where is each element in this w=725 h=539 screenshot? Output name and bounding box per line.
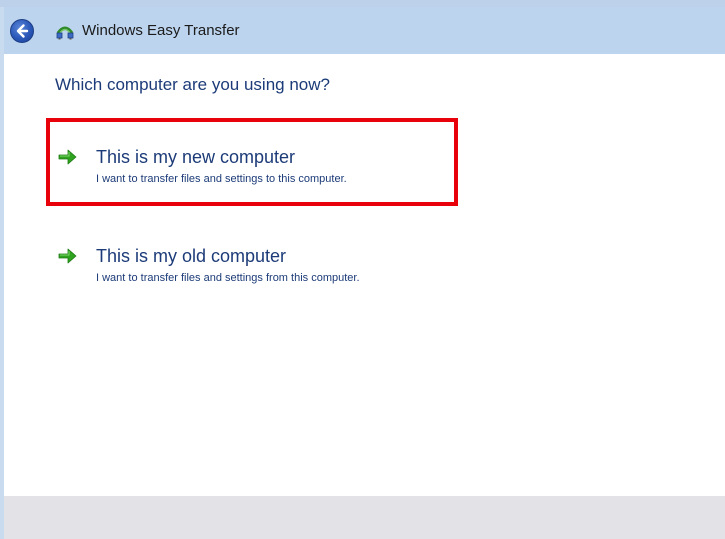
back-arrow-icon [16, 24, 29, 38]
option-old-title: This is my old computer [96, 246, 287, 266]
title-bar: Windows Easy Transfer [4, 7, 725, 54]
green-arrow-icon [58, 248, 77, 264]
easy-transfer-icon [56, 24, 74, 40]
window-top-edge [0, 0, 725, 7]
main-content: Which computer are you using now? This i… [4, 54, 725, 496]
option-new-description: I want to transfer files and settings to… [96, 173, 347, 185]
window-title: Windows Easy Transfer [82, 22, 240, 39]
option-new-title: This is my new computer [96, 147, 296, 167]
page-question: Which computer are you using now? [55, 75, 330, 94]
easy-transfer-window: Windows Easy Transfer Which computer are… [0, 0, 725, 539]
green-arrow-icon [58, 149, 77, 165]
footer-bar [4, 496, 725, 539]
option-old-description: I want to transfer files and settings fr… [96, 272, 360, 284]
back-button[interactable] [10, 19, 34, 43]
